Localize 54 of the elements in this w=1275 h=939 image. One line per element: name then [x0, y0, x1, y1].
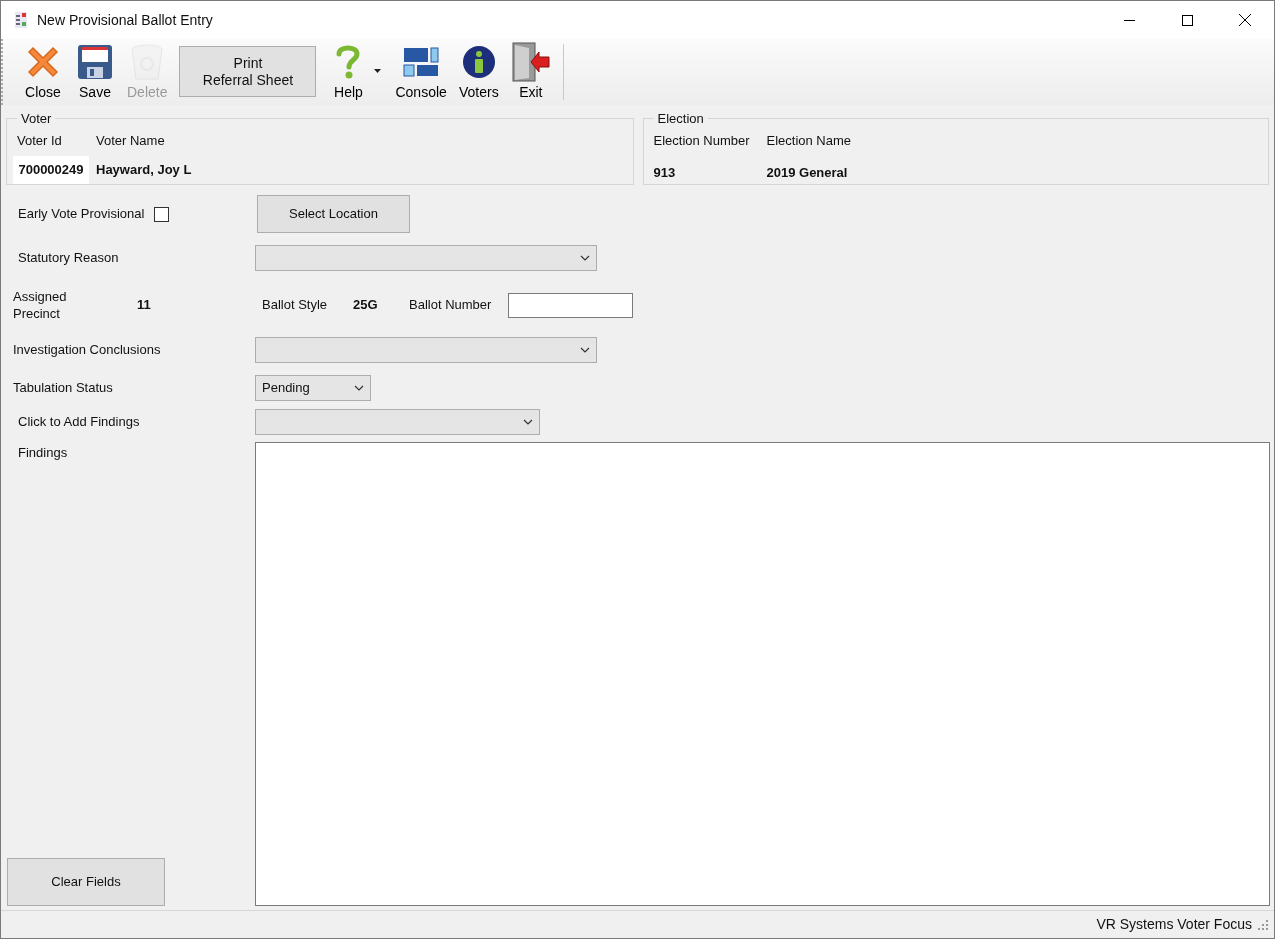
caret-down-icon[interactable]	[374, 69, 382, 73]
toolbar-button[interactable]: Voters	[452, 39, 505, 103]
group-title: Election	[656, 110, 705, 128]
door-exit-icon	[510, 42, 551, 82]
toolbar-button[interactable]: Exit	[504, 39, 557, 103]
ballot-number-input[interactable]	[508, 292, 633, 318]
field-label: Early Vote Provisional	[18, 205, 145, 224]
field-label: Statutory Reason	[18, 249, 119, 268]
maximize-icon	[1181, 14, 1193, 26]
field-label: Election Name	[766, 131, 852, 150]
print-referral-sheet-button[interactable]: Print Referral Sheet	[179, 46, 317, 97]
field-label: Investigation Conclusions	[13, 341, 161, 360]
chevron-down-icon	[523, 419, 533, 425]
clear-fields-button[interactable]: Clear Fields	[7, 858, 165, 906]
toolbar-button[interactable]: Help	[322, 39, 375, 103]
field-label: Voter Name	[96, 131, 165, 150]
voter-id-value: 700000249	[13, 156, 89, 184]
add-findings-dropdown[interactable]	[255, 409, 540, 435]
toolbar-button[interactable]: Console	[389, 39, 453, 103]
election-name-value: 2019 General	[766, 164, 848, 182]
election-number-value: 913	[653, 164, 677, 182]
findings-textarea[interactable]	[255, 442, 1270, 906]
tabulation-status-dropdown[interactable]: Pending	[255, 375, 371, 401]
field-label: Ballot Style	[262, 296, 329, 315]
trash-bin-icon	[130, 43, 165, 81]
app-icon	[15, 12, 27, 28]
question-mark-icon	[336, 44, 361, 80]
field-label: Tabulation Status	[13, 379, 113, 398]
resize-grip-icon	[1258, 919, 1268, 930]
group-title: Voter	[20, 110, 53, 128]
precinct-value: 11	[137, 296, 151, 315]
field-label: Election Number	[653, 131, 751, 150]
info-icon	[461, 45, 496, 79]
select-location-button[interactable]: Select Location	[257, 195, 410, 233]
window-title: New Provisional Ballot Entry	[37, 10, 213, 30]
statutory-reason-dropdown[interactable]	[255, 245, 597, 271]
close-icon	[1239, 14, 1251, 26]
minimize-icon	[1123, 19, 1135, 21]
status-text: VR Systems Voter Focus	[1096, 915, 1252, 934]
toolbar-button[interactable]: Close	[17, 39, 69, 103]
ballot-style-value: 25G	[353, 296, 379, 315]
field-label: Voter Id	[16, 131, 63, 150]
field-label: Click to Add Findings	[18, 413, 140, 432]
toolbar-button[interactable]: Save	[69, 39, 121, 103]
chevron-down-icon	[354, 385, 364, 391]
field-label: Ballot Number	[409, 296, 493, 315]
chevron-down-icon	[580, 255, 590, 261]
field-label: Findings	[18, 445, 68, 460]
checkbox[interactable]	[154, 206, 170, 222]
investigation-conclusions-dropdown[interactable]	[255, 337, 597, 363]
chevron-down-icon	[580, 347, 590, 353]
dashboard-tiles-icon	[403, 47, 440, 77]
voter-name-value: Hayward, Joy L	[96, 161, 192, 180]
field-label: Assigned Precinct	[13, 288, 68, 322]
